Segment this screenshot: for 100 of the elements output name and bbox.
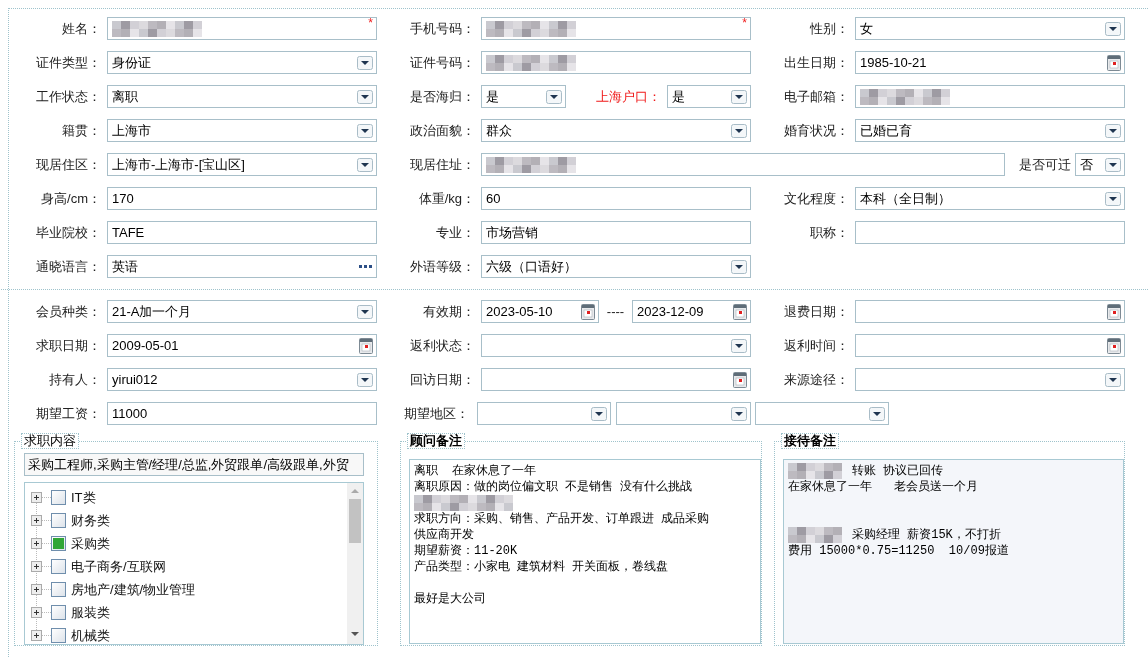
text-field[interactable]: [855, 221, 1125, 244]
tree-item-label[interactable]: IT类: [71, 487, 96, 508]
select-field[interactable]: [481, 334, 751, 357]
select-field[interactable]: 上海市-上海市-[宝山区]: [107, 153, 377, 176]
text-field[interactable]: [855, 85, 1125, 108]
text-field[interactable]: 英语: [107, 255, 377, 278]
note-line: 产品类型：小家电 建筑材料 开关面板，卷线盘: [414, 559, 670, 575]
select-field[interactable]: 上海市: [107, 119, 377, 142]
tree-checkbox[interactable]: [51, 490, 66, 505]
select-field[interactable]: 群众: [481, 119, 751, 142]
field-label: 现居住址：: [410, 155, 475, 174]
more-icon[interactable]: [359, 264, 373, 269]
date-field[interactable]: 2023-12-09: [632, 300, 751, 323]
text-field[interactable]: [481, 153, 1005, 176]
select-field[interactable]: [477, 402, 611, 425]
tree-item-label[interactable]: 采购类: [71, 533, 110, 554]
calendar-icon[interactable]: [733, 371, 747, 388]
field-label: 姓名：: [62, 19, 101, 38]
select-field[interactable]: yirui012: [107, 368, 377, 391]
expand-icon[interactable]: [31, 515, 42, 526]
field-label: 证件类型：: [36, 53, 101, 72]
required-mark: *: [368, 16, 373, 30]
tree-item-label[interactable]: 电子商务/互联网: [71, 556, 166, 577]
tree-item-label[interactable]: 财务类: [71, 510, 110, 531]
section-legend: 接待备注: [781, 433, 839, 449]
expand-icon[interactable]: [31, 492, 42, 503]
field-label: 是否可迁: [1019, 155, 1071, 174]
select-field[interactable]: 离职: [107, 85, 377, 108]
select-field[interactable]: [616, 402, 751, 425]
tree-checkbox[interactable]: [51, 513, 66, 528]
select-field[interactable]: [855, 368, 1125, 391]
tree-checkbox[interactable]: [51, 605, 66, 620]
required-mark: *: [742, 16, 747, 30]
scrollbar[interactable]: [347, 483, 363, 644]
tree-item-label[interactable]: 服装类: [71, 602, 110, 623]
select-field[interactable]: 已婚已育: [855, 119, 1125, 142]
field-label: 返利状态：: [410, 336, 475, 355]
text-field[interactable]: 60: [481, 187, 751, 210]
field-label: 身高/cm：: [41, 189, 101, 208]
text-field[interactable]: [481, 51, 751, 74]
calendar-icon[interactable]: [359, 337, 373, 354]
calendar-icon[interactable]: [1107, 54, 1121, 71]
text-field[interactable]: *: [107, 17, 377, 40]
tree-checkbox[interactable]: [51, 536, 66, 551]
field-label: 期望地区：: [404, 404, 469, 423]
text-field[interactable]: 市场营销: [481, 221, 751, 244]
note-line: 离职 在家休息了一年: [414, 463, 538, 479]
expand-icon[interactable]: [31, 607, 42, 618]
field-label: 持有人：: [49, 370, 101, 389]
text-field[interactable]: TAFE: [107, 221, 377, 244]
date-field[interactable]: [855, 300, 1125, 323]
select-field[interactable]: 女: [855, 17, 1125, 40]
field-label: 期望工资：: [36, 404, 101, 423]
field-label: 性别：: [810, 19, 849, 38]
tree-item-label[interactable]: 机械类: [71, 625, 110, 646]
field-label: 婚育状况：: [784, 121, 849, 140]
date-field[interactable]: 2023-05-10: [481, 300, 599, 323]
field-label: 外语等级：: [410, 257, 475, 276]
field-label: 现居住区：: [36, 155, 101, 174]
range-separator: ----: [606, 302, 625, 321]
tree-checkbox[interactable]: [51, 628, 66, 643]
notes-textarea[interactable]: 离职 在家休息了一年 离职原因：做的岗位偏文职 不是销售 没有什么挑战 求职方向：采购、销售、产品开发、订单跟进 成品采购 供应商开发 期望薪资：11-20K 产品类型：小家电 建筑材料 开关面板，卷线盘 最好是大公司: [409, 459, 761, 644]
select-field[interactable]: 21-A加一个月: [107, 300, 377, 323]
date-field[interactable]: [481, 368, 751, 391]
field-label: 籍贯：: [62, 121, 101, 140]
expand-icon[interactable]: [31, 630, 42, 641]
date-field[interactable]: 1985-10-21: [855, 51, 1125, 74]
select-field[interactable]: 本科（全日制）: [855, 187, 1125, 210]
calendar-icon[interactable]: [1107, 303, 1121, 320]
select-field[interactable]: 否: [1075, 153, 1125, 176]
field-label: 来源途径：: [784, 370, 849, 389]
select-field[interactable]: 六级（口语好）: [481, 255, 751, 278]
date-field[interactable]: [855, 334, 1125, 357]
select-field[interactable]: [755, 402, 889, 425]
select-field[interactable]: 是: [481, 85, 566, 108]
expand-icon[interactable]: [31, 561, 42, 572]
text-field[interactable]: *: [481, 17, 751, 40]
calendar-icon[interactable]: [581, 303, 595, 320]
expand-icon[interactable]: [31, 538, 42, 549]
note-line: 离职原因：做的岗位偏文职 不是销售 没有什么挑战: [414, 479, 694, 495]
notes-textarea[interactable]: 转账 协议已回传 在家休息了一年 老会员送一个月 采购经理 薪资15K，不打折 费用 15000*0.75=11250 10/09报道: [783, 459, 1124, 644]
field-label: 通晓语言：: [36, 257, 101, 276]
text-field[interactable]: 11000: [107, 402, 377, 425]
selected-jobs-field[interactable]: 采购工程师,采购主管/经理/总监,外贸跟单/高级跟单,外贸: [24, 453, 364, 476]
expand-icon[interactable]: [31, 584, 42, 595]
note-line: 采购经理 薪资15K，不打折: [852, 527, 1001, 543]
select-field[interactable]: 是: [667, 85, 751, 108]
select-field[interactable]: 身份证: [107, 51, 377, 74]
tree-checkbox[interactable]: [51, 559, 66, 574]
tree-item-label[interactable]: 房地产/建筑/物业管理: [71, 579, 196, 600]
note-line: 期望薪资：11-20K: [414, 543, 519, 559]
text-field[interactable]: 170: [107, 187, 377, 210]
calendar-icon[interactable]: [1107, 337, 1121, 354]
calendar-icon[interactable]: [733, 303, 747, 320]
section-legend: 顾问备注: [407, 433, 465, 449]
tree-checkbox[interactable]: [51, 582, 66, 597]
field-label: 有效期：: [423, 302, 475, 321]
date-field[interactable]: 2009-05-01: [107, 334, 377, 357]
note-line: 转账 协议已回传: [852, 463, 944, 479]
field-label: 证件号码：: [410, 53, 475, 72]
